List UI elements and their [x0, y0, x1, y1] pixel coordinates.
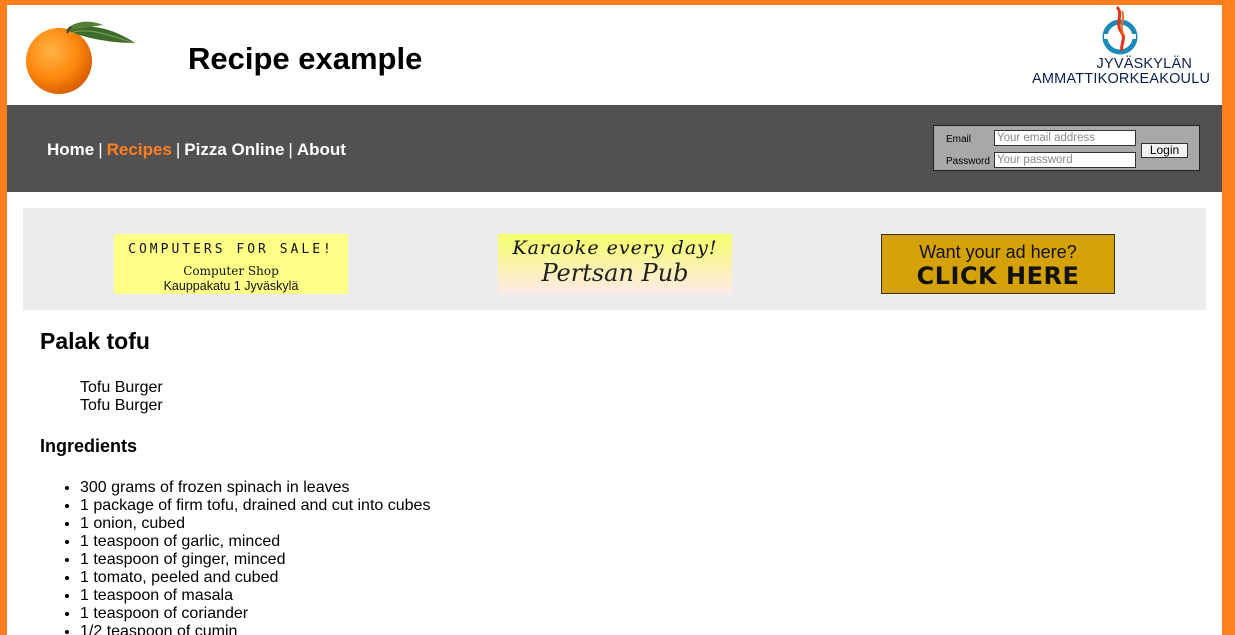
recipe-content: Palak tofu Tofu Burger Tofu Burger Ingre… [40, 328, 1190, 635]
navbar: Home|Recipes|Pizza Online|About Email Pa… [7, 105, 1222, 192]
login-form: Email Password Login [933, 125, 1200, 171]
email-label: Email [946, 134, 972, 145]
password-label: Password [946, 156, 990, 167]
nav-separator: | [98, 140, 103, 159]
ad-computer-shop-headline: COMPUTERS FOR SALE! [128, 242, 334, 257]
ingredient-item: 1 teaspoon of masala [80, 587, 1190, 605]
ad-computer-shop-name: Computer Shop [183, 264, 279, 278]
header: Recipe example JYVÄSKYLÄN AMMATTIKORKEAK… [7, 5, 1222, 105]
ad-karaoke-headline: Karaoke every day! [512, 237, 718, 259]
site-title: Recipe example [188, 41, 423, 76]
ad-karaoke[interactable]: Karaoke every day! Pertsan Pub [498, 234, 732, 294]
ad-panel: COMPUTERS FOR SALE! Computer Shop Kauppa… [23, 208, 1206, 310]
ingredient-item: 1 onion, cubed [80, 515, 1190, 533]
recipe-alias: Tofu Burger [80, 379, 163, 396]
ingredient-item: 1 teaspoon of garlic, minced [80, 533, 1190, 551]
ingredient-item: 1 teaspoon of coriander [80, 605, 1190, 623]
nav-separator: | [288, 140, 293, 159]
page: Recipe example JYVÄSKYLÄN AMMATTIKORKEAK… [7, 5, 1222, 635]
ingredient-item: 1/2 teaspoon of cumin [80, 623, 1190, 635]
ad-karaoke-pub-name: Pertsan Pub [541, 259, 689, 287]
jamk-emblem-icon [1102, 6, 1138, 55]
school-name-line2: AMMATTIKORKEAKOULU [1032, 71, 1211, 87]
ad-your-ad-here[interactable]: Want your ad here? CLICK HERE [881, 234, 1115, 294]
ad-your-ad-here-headline: Want your ad here? [919, 242, 1077, 262]
nav-separator: | [175, 140, 181, 159]
main-nav: Home | Recipes | Pizza Online | About [47, 140, 346, 160]
school-name-line1: JYVÄSKYLÄN [1096, 56, 1192, 72]
recipe-alias: Tofu Burger [80, 397, 163, 414]
email-field[interactable] [994, 130, 1136, 146]
ingredient-item: 1 package of firm tofu, drained and cut … [80, 497, 1190, 515]
ad-computer-shop-address: Kauppakatu 1 Jyväskylä [163, 279, 299, 293]
recipe-aliases: Tofu Burger Tofu Burger [80, 379, 1190, 415]
recipe-title: Palak tofu [40, 328, 150, 354]
ingredient-item: 300 grams of frozen spinach in leaves [80, 479, 1190, 497]
password-field[interactable] [994, 152, 1136, 168]
orange-logo [26, 21, 135, 94]
ingredient-item: 1 tomato, peeled and cubed [80, 569, 1190, 587]
ingredient-item: 1 teaspoon of ginger, minced [80, 551, 1190, 569]
school-name: JYVÄSKYLÄN AMMATTIKORKEAKOULU [1032, 56, 1211, 87]
ingredients-list: 300 grams of frozen spinach in leaves 1 … [40, 479, 1190, 635]
nav-recipes[interactable]: Recipes [107, 140, 172, 159]
login-button[interactable]: Login [1141, 143, 1188, 158]
ad-click-here: CLICK HERE [916, 262, 1080, 290]
ad-computer-shop[interactable]: COMPUTERS FOR SALE! Computer Shop Kauppa… [114, 234, 348, 294]
nav-about[interactable]: About [297, 140, 346, 159]
nav-pizza-online[interactable]: Pizza Online [184, 140, 284, 159]
nav-home[interactable]: Home [47, 140, 94, 159]
ingredients-heading: Ingredients [40, 436, 138, 456]
school-logo: JYVÄSKYLÄN AMMATTIKORKEAKOULU [1032, 5, 1211, 93]
